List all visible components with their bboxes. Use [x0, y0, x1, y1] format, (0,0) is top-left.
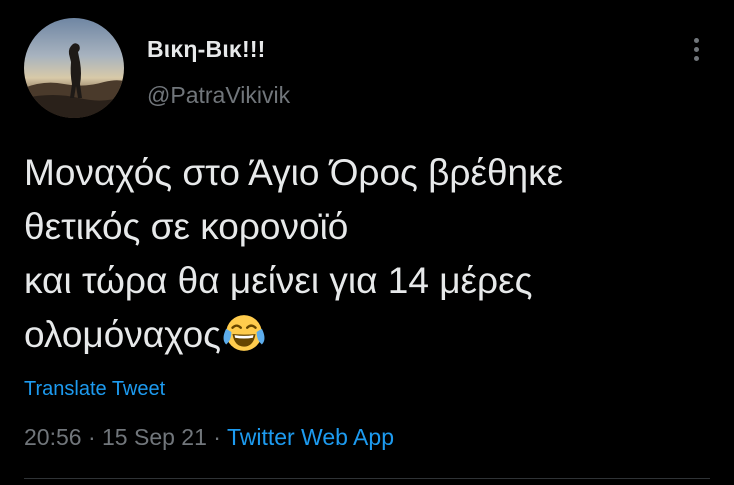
tweet-text-line: θετικός σε κορονοϊό — [24, 206, 349, 247]
tweet-text: Μοναχός στο Άγιο Όρος βρέθηκε θετικός σε… — [24, 146, 714, 362]
meta-separator: · — [213, 424, 221, 450]
divider — [24, 478, 710, 479]
tweet-source-app[interactable]: Twitter Web App — [227, 424, 394, 450]
meta-separator: · — [87, 424, 96, 450]
tweet-text-line: και τώρα θα μείνει για 14 μέρες — [24, 260, 533, 301]
tweet-text-line: Μοναχός στο Άγιο Όρος βρέθηκε — [24, 152, 564, 193]
tweet-time[interactable]: 20:56 — [24, 424, 82, 450]
display-name[interactable]: Βικη-Βικ!!! — [147, 36, 266, 63]
more-options-icon[interactable] — [688, 38, 704, 64]
avatar-image — [24, 43, 124, 118]
tweet-meta: 20:56 · 15 Sep 21 · Twitter Web App — [24, 424, 394, 451]
user-handle[interactable]: @PatraVikivik — [147, 82, 290, 109]
tweet-date[interactable]: 15 Sep 21 — [102, 424, 207, 450]
face-with-tears-of-joy-icon — [223, 315, 265, 351]
avatar[interactable] — [24, 18, 124, 118]
tweet-card: Βικη-Βικ!!! @PatraVikivik Μοναχός στο Άγ… — [0, 0, 734, 485]
tweet-text-last-line: ολομόναχος — [24, 308, 714, 362]
tweet-text-line: ολομόναχος — [24, 314, 222, 355]
translate-tweet-link[interactable]: Translate Tweet — [24, 378, 165, 401]
